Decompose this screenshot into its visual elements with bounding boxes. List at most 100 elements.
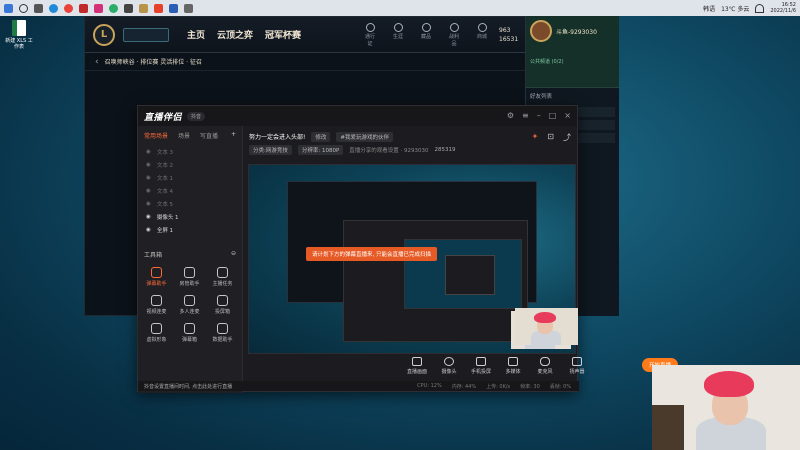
scene-item[interactable]: ◉ 文本 2: [138, 158, 242, 171]
currency-display[interactable]: 963 16531: [499, 26, 518, 44]
eye-icon[interactable]: ◉: [146, 227, 151, 233]
edit-title-button[interactable]: 修改: [311, 131, 331, 142]
clock[interactable]: 16:52 2022/11/6: [770, 2, 796, 14]
resolution-chip[interactable]: 分辨率: 1080P: [297, 144, 344, 155]
loot-button[interactable]: 战利品: [447, 22, 461, 47]
video-link-icon: [151, 295, 162, 306]
lock-icon[interactable]: ⊡: [547, 132, 554, 143]
tools-header: 工具箱 ⊖: [138, 250, 242, 259]
title-tag[interactable]: #我爱玩游戏的伙伴: [336, 131, 394, 142]
taskview-icon[interactable]: [34, 3, 43, 13]
speaker-button[interactable]: 扬声器: [566, 357, 588, 375]
app-icon-1[interactable]: [64, 3, 73, 13]
tab-scene[interactable]: 场景: [178, 131, 190, 140]
menu-icon[interactable]: ≡: [522, 111, 529, 120]
channel-status[interactable]: 公共频道 (0/2): [530, 58, 615, 65]
app-icon-3[interactable]: [94, 3, 103, 13]
input-mode[interactable]: 韩语: [703, 4, 715, 13]
settings-icon[interactable]: ⚙: [507, 111, 514, 120]
minimize-icon[interactable]: –: [537, 111, 541, 120]
eye-icon[interactable]: ◉: [146, 188, 151, 194]
button-label: 手机投屏: [470, 369, 491, 375]
scene-item[interactable]: ◉ 文本 3: [138, 145, 242, 158]
edge-icon[interactable]: [49, 3, 58, 13]
gift-icon[interactable]: ✦: [532, 132, 539, 143]
scene-item[interactable]: ◉ 文本 5: [138, 197, 242, 210]
app-icon-2[interactable]: [79, 3, 88, 13]
media-button[interactable]: 多媒体: [502, 357, 524, 375]
weather-text[interactable]: 13℃ 多云: [721, 4, 749, 13]
app-icon-7[interactable]: [184, 3, 193, 13]
friends-header[interactable]: 好友列表: [526, 88, 619, 104]
blue-essence: 963: [499, 26, 511, 34]
center-top-icons: ✦ ⊡ ⤴: [532, 132, 571, 143]
start-icon[interactable]: [4, 3, 13, 13]
platform-badge[interactable]: 抖音: [187, 111, 206, 121]
add-scene-icon[interactable]: +: [231, 131, 236, 140]
nav-tft[interactable]: 云顶之弈: [217, 28, 253, 41]
tool-video-link[interactable]: 视频连麦: [140, 295, 173, 315]
share-icon[interactable]: ⤴: [563, 132, 571, 143]
riot-points: 16531: [499, 35, 519, 43]
back-icon[interactable]: ‹: [95, 57, 99, 67]
scene-view-button[interactable]: 直播画面: [406, 357, 428, 375]
microphone-button[interactable]: 麦克风: [534, 357, 556, 375]
notice-toast[interactable]: 请计划下方的弹幕直播来, 只能会直播已完成扫描: [306, 247, 437, 261]
tab-common[interactable]: 常用场景: [144, 131, 168, 140]
wifi-icon[interactable]: [755, 3, 765, 13]
pass-button[interactable]: 通行证: [363, 22, 377, 47]
eye-icon[interactable]: ◉: [146, 162, 151, 168]
category-chip[interactable]: 分类:网游竞技: [249, 144, 292, 155]
tool-avatar[interactable]: 虚拟形象: [140, 323, 173, 343]
status-tip[interactable]: 抖音设置直播间时间, 点击此处进行直播: [144, 383, 232, 390]
scene-item[interactable]: ◉ 摄像头 1: [138, 210, 242, 223]
app-icon-6[interactable]: [169, 3, 178, 13]
nav-home[interactable]: 主页: [187, 28, 205, 41]
collection-button[interactable]: 藏品: [419, 22, 433, 47]
wechat-icon[interactable]: [109, 3, 118, 13]
nav-clash[interactable]: 冠军杯赛: [265, 28, 301, 41]
tool-data-assistant[interactable]: 数据助手: [206, 323, 239, 343]
tool-cast-box[interactable]: 投屏箱: [206, 295, 239, 315]
store-button[interactable]: 商城: [475, 22, 489, 47]
play-button[interactable]: [123, 27, 169, 42]
tool-host-tasks[interactable]: 主播任务: [206, 267, 239, 287]
system-tray: 韩语 13℃ 多云 16:52 2022/11/6: [703, 0, 796, 16]
app-icon-4[interactable]: [124, 3, 133, 13]
tool-danmu-assistant[interactable]: 弹幕助手: [140, 267, 173, 287]
profile-box[interactable]: 斗鱼-9293030 公共频道 (0/2): [526, 16, 619, 88]
eye-icon[interactable]: ◉: [146, 149, 151, 155]
camera-button[interactable]: 摄像头: [438, 357, 460, 375]
eye-icon[interactable]: ◉: [146, 201, 151, 207]
close-icon[interactable]: ×: [564, 111, 571, 120]
app-icon-5[interactable]: [154, 3, 163, 13]
lol-logo[interactable]: L: [93, 23, 115, 46]
tool-danmu-box[interactable]: 弹幕箱: [173, 323, 206, 343]
scene-item[interactable]: ◉ 文本 4: [138, 184, 242, 197]
eye-icon[interactable]: ◉: [146, 214, 151, 220]
info-row: 分类:网游竞技 分辨率: 1080P 直播分享的观看设置 · 9293030 2…: [243, 143, 579, 156]
desktop-excel-file[interactable]: 新建 XLS 工作表: [4, 20, 34, 50]
avatar[interactable]: [530, 20, 552, 42]
eye-icon[interactable]: ◉: [146, 175, 151, 181]
profile-button[interactable]: 生涯: [391, 22, 405, 47]
preview-nested-app: [343, 220, 528, 342]
tools-more-icon[interactable]: ⊖: [231, 250, 236, 259]
tool-multi-link[interactable]: 多人连麦: [173, 295, 206, 315]
search-icon[interactable]: [19, 3, 28, 13]
tool-room-manager[interactable]: 房管助手: [173, 267, 206, 287]
scene-item[interactable]: ◉ 全屏 1: [138, 223, 242, 236]
app-brand: 直播伴侣: [144, 112, 183, 123]
tool-label: 弹幕助手: [146, 281, 167, 287]
tool-label: 投屏箱: [214, 309, 230, 315]
phone-cast-button[interactable]: 手机投屏: [470, 357, 492, 375]
lol-taskbar-icon[interactable]: [139, 3, 148, 13]
camera-icon: [444, 357, 454, 366]
scene-label: 文本 3: [156, 149, 174, 156]
tab-write[interactable]: 写直播: [200, 131, 218, 140]
scene-item[interactable]: ◉ 文本 1: [138, 171, 242, 184]
maximize-icon[interactable]: □: [549, 111, 557, 120]
scene-label: 文本 2: [156, 162, 174, 169]
taskbar: 韩语 13℃ 多云 16:52 2022/11/6: [0, 0, 800, 16]
profile-label: 生涯: [393, 33, 404, 40]
